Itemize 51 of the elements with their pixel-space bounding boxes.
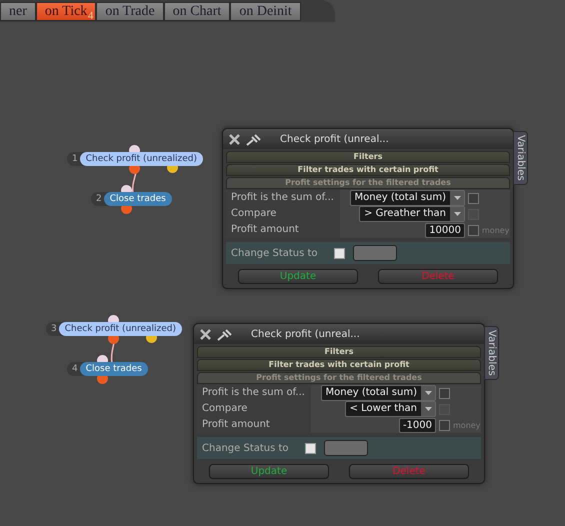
field-label: Profit is the sum of...	[197, 385, 311, 401]
section-header[interactable]: Filter trades with certain profit	[226, 164, 510, 176]
tab[interactable]: on Trade	[96, 2, 164, 21]
tab[interactable]: ner	[0, 2, 36, 21]
side-tab[interactable]: Variables	[484, 326, 499, 380]
tab-count: 4	[88, 10, 94, 24]
checkbox[interactable]	[468, 192, 479, 204]
status-field[interactable]	[353, 245, 397, 261]
field-label: Compare	[197, 401, 311, 417]
status-label: Change Status to	[202, 442, 290, 454]
input-field[interactable]: 10000	[425, 222, 465, 238]
panel-title: Check profit (unreal...	[251, 328, 360, 340]
section-header[interactable]: Filter trades with certain profit	[197, 359, 481, 371]
caret-icon[interactable]	[424, 391, 432, 395]
tab[interactable]: on Deinit	[230, 2, 301, 21]
checkbox[interactable]	[439, 388, 450, 398]
side-tab[interactable]: Variables	[513, 131, 528, 185]
node-label[interactable]: Check profit (unrealized)	[80, 152, 204, 166]
update-button[interactable]: Update	[209, 464, 329, 479]
checkbox[interactable]	[439, 420, 450, 430]
tab[interactable]: on Chart	[164, 2, 230, 21]
close-icon[interactable]	[229, 134, 240, 144]
section-header[interactable]: Filters	[197, 346, 481, 358]
status-field[interactable]	[324, 440, 368, 456]
field-label: Compare	[226, 206, 340, 222]
caret-icon[interactable]	[454, 196, 460, 200]
close-icon[interactable]	[200, 328, 211, 340]
panel-title: Check profit (unreal...	[280, 134, 389, 144]
field-label: Profit is the sum of...	[226, 190, 340, 206]
pin-icon[interactable]	[246, 132, 262, 146]
section-header[interactable]: Filters	[226, 151, 510, 163]
caret-icon[interactable]	[454, 212, 460, 216]
section-header[interactable]: Profit settings for the filtered trades	[197, 372, 481, 384]
status-label: Change Status to	[231, 248, 319, 258]
node-label[interactable]: Close trades	[80, 362, 148, 376]
checkbox[interactable]	[305, 442, 316, 454]
pin-icon[interactable]	[217, 328, 233, 340]
node-label[interactable]: Close trades	[104, 192, 172, 206]
caret-icon[interactable]	[424, 407, 432, 411]
checkbox[interactable]	[334, 248, 345, 258]
dropdown[interactable]: Money (total sum)	[350, 190, 465, 206]
update-button[interactable]: Update	[238, 269, 358, 284]
section-header[interactable]: Profit settings for the filtered trades	[226, 177, 510, 189]
dropdown[interactable]: > Greather than	[359, 206, 465, 222]
field-label: Profit amount	[226, 222, 340, 238]
dropdown[interactable]: < Lower than	[344, 401, 436, 417]
dropdown[interactable]: Money (total sum)	[320, 385, 436, 401]
node-label[interactable]: Check profit (unrealized)	[58, 322, 182, 336]
checkbox[interactable]	[468, 224, 479, 236]
field-label: Profit amount	[197, 417, 311, 433]
input-field[interactable]: -1000	[398, 418, 436, 432]
